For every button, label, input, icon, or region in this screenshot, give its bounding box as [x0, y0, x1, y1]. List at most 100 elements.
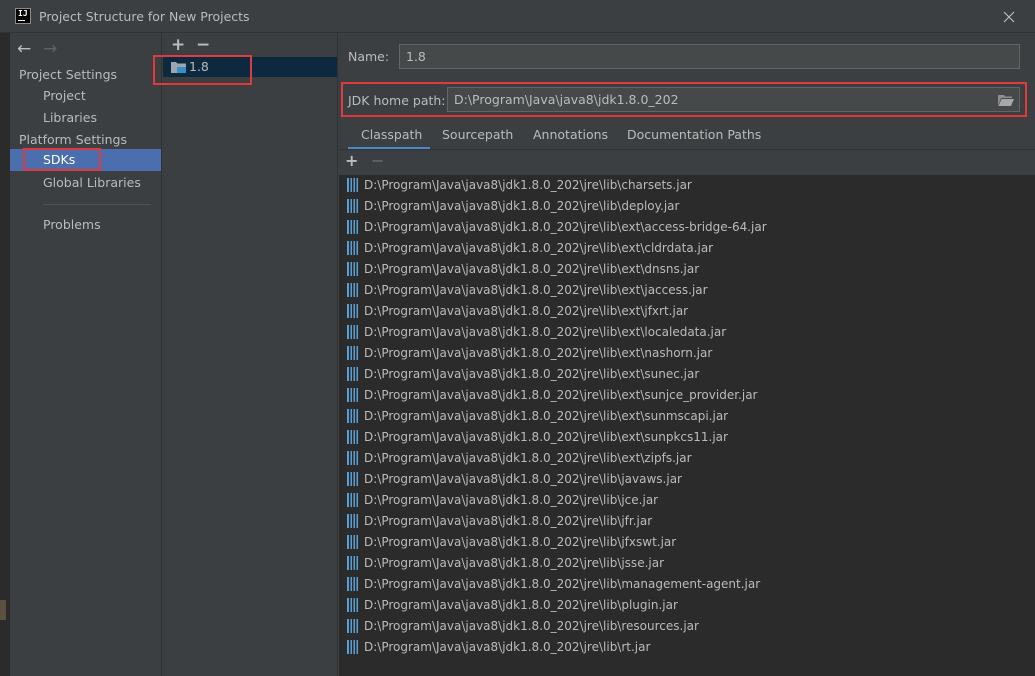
sidebar-item-libraries[interactable]: Libraries	[10, 107, 161, 129]
arrow-left-icon[interactable]: ←	[17, 39, 31, 59]
classpath-path: D:\Program\Java\java8\jdk1.8.0_202\jre\l…	[364, 325, 727, 339]
classpath-row[interactable]: D:\Program\Java\java8\jdk1.8.0_202\jre\l…	[339, 448, 1035, 469]
classpath-path: D:\Program\Java\java8\jdk1.8.0_202\jre\l…	[364, 388, 758, 402]
intellij-icon: IJ	[15, 8, 31, 24]
tab-classpath[interactable]: Classpath	[348, 122, 430, 150]
jar-file-icon	[347, 598, 358, 612]
classpath-row[interactable]: D:\Program\Java\java8\jdk1.8.0_202\jre\l…	[339, 469, 1035, 490]
sidebar-item-project[interactable]: Project	[10, 85, 161, 107]
classpath-row[interactable]: D:\Program\Java\java8\jdk1.8.0_202\jre\l…	[339, 259, 1035, 280]
classpath-path: D:\Program\Java\java8\jdk1.8.0_202\jre\l…	[364, 598, 678, 612]
classpath-path: D:\Program\Java\java8\jdk1.8.0_202\jre\l…	[364, 199, 680, 213]
background-edge	[0, 33, 10, 676]
jar-file-icon	[347, 367, 358, 381]
classpath-row[interactable]: D:\Program\Java\java8\jdk1.8.0_202\jre\l…	[339, 343, 1035, 364]
classpath-path: D:\Program\Java\java8\jdk1.8.0_202\jre\l…	[364, 241, 714, 255]
classpath-list: D:\Program\Java\java8\jdk1.8.0_202\jre\l…	[339, 175, 1035, 676]
sdk-name-field[interactable]: 1.8	[399, 44, 1020, 69]
tab-documentation-paths[interactable]: Documentation Paths	[627, 122, 761, 150]
sidebar-item-global-libraries[interactable]: Global Libraries	[10, 172, 161, 194]
jar-file-icon	[347, 283, 358, 297]
classpath-path: D:\Program\Java\java8\jdk1.8.0_202\jre\l…	[364, 304, 689, 318]
jar-file-icon	[347, 199, 358, 213]
close-button[interactable]	[998, 6, 1020, 28]
jar-file-icon	[347, 451, 358, 465]
classpath-row[interactable]: D:\Program\Java\java8\jdk1.8.0_202\jre\l…	[339, 301, 1035, 322]
sidebar-item-problems[interactable]: Problems	[10, 214, 161, 236]
jar-file-icon	[347, 493, 358, 507]
jar-file-icon	[347, 640, 358, 654]
jar-file-icon	[347, 535, 358, 549]
classpath-path: D:\Program\Java\java8\jdk1.8.0_202\jre\l…	[364, 640, 651, 654]
jdk-home-path-field[interactable]: D:\Program\Java\java8\jdk1.8.0_202	[447, 87, 1020, 112]
classpath-path: D:\Program\Java\java8\jdk1.8.0_202\jre\l…	[364, 535, 677, 549]
sdk-list-panel: + − 1.8	[163, 33, 338, 676]
classpath-row[interactable]: D:\Program\Java\java8\jdk1.8.0_202\jre\l…	[339, 532, 1035, 553]
classpath-path: D:\Program\Java\java8\jdk1.8.0_202\jre\l…	[364, 430, 728, 444]
jar-file-icon	[347, 262, 358, 276]
project-settings-header: Project Settings	[19, 67, 118, 82]
classpath-path: D:\Program\Java\java8\jdk1.8.0_202\jre\l…	[364, 577, 761, 591]
classpath-row[interactable]: D:\Program\Java\java8\jdk1.8.0_202\jre\l…	[339, 637, 1035, 658]
classpath-row[interactable]: D:\Program\Java\java8\jdk1.8.0_202\jre\l…	[339, 364, 1035, 385]
jdk-home-path-value: D:\Program\Java\java8\jdk1.8.0_202	[454, 92, 679, 107]
classpath-row[interactable]: D:\Program\Java\java8\jdk1.8.0_202\jre\l…	[339, 595, 1035, 616]
window-title: Project Structure for New Projects	[39, 9, 250, 24]
classpath-row[interactable]: D:\Program\Java\java8\jdk1.8.0_202\jre\l…	[339, 574, 1035, 595]
classpath-row[interactable]: D:\Program\Java\java8\jdk1.8.0_202\jre\l…	[339, 217, 1035, 238]
tab-annotations[interactable]: Annotations	[533, 122, 608, 150]
classpath-row[interactable]: D:\Program\Java\java8\jdk1.8.0_202\jre\l…	[339, 280, 1035, 301]
sdk-detail-panel: Name: 1.8 JDK home path: D:\Program\Java…	[339, 33, 1035, 676]
jdk-home-label: JDK home path:	[348, 93, 446, 108]
add-sdk-button[interactable]: +	[171, 35, 185, 55]
jar-file-icon	[347, 325, 358, 339]
classpath-row[interactable]: D:\Program\Java\java8\jdk1.8.0_202\jre\l…	[339, 427, 1035, 448]
arrow-right-icon: →	[43, 39, 58, 59]
sidebar-item-sdks[interactable]: SDKs	[10, 149, 161, 171]
jar-file-icon	[347, 556, 358, 570]
jar-file-icon	[347, 514, 358, 528]
classpath-row[interactable]: D:\Program\Java\java8\jdk1.8.0_202\jre\l…	[339, 553, 1035, 574]
sdk-list-item[interactable]: 1.8	[163, 57, 337, 77]
add-classpath-button[interactable]: +	[345, 151, 358, 170]
classpath-path: D:\Program\Java\java8\jdk1.8.0_202\jre\l…	[364, 556, 665, 570]
jar-file-icon	[347, 388, 358, 402]
jar-file-icon	[347, 241, 358, 255]
title-bar: IJ Project Structure for New Projects	[0, 0, 1035, 33]
jar-file-icon	[347, 304, 358, 318]
classpath-row[interactable]: D:\Program\Java\java8\jdk1.8.0_202\jre\l…	[339, 511, 1035, 532]
jar-file-icon	[347, 346, 358, 360]
platform-settings-header: Platform Settings	[19, 132, 127, 147]
remove-classpath-button: −	[371, 151, 385, 170]
classpath-row[interactable]: D:\Program\Java\java8\jdk1.8.0_202\jre\l…	[339, 322, 1035, 343]
tab-strip-divider	[339, 149, 1035, 150]
classpath-row[interactable]: D:\Program\Java\java8\jdk1.8.0_202\jre\l…	[339, 196, 1035, 217]
classpath-row[interactable]: D:\Program\Java\java8\jdk1.8.0_202\jre\l…	[339, 238, 1035, 259]
jar-file-icon	[347, 409, 358, 423]
folder-open-icon[interactable]	[998, 94, 1014, 106]
jar-file-icon	[347, 178, 358, 192]
classpath-row[interactable]: D:\Program\Java\java8\jdk1.8.0_202\jre\l…	[339, 385, 1035, 406]
classpath-path: D:\Program\Java\java8\jdk1.8.0_202\jre\l…	[364, 367, 700, 381]
classpath-path: D:\Program\Java\java8\jdk1.8.0_202\jre\l…	[364, 178, 692, 192]
classpath-path: D:\Program\Java\java8\jdk1.8.0_202\jre\l…	[364, 283, 708, 297]
classpath-row[interactable]: D:\Program\Java\java8\jdk1.8.0_202\jre\l…	[339, 406, 1035, 427]
sdk-item-label: 1.8	[189, 59, 209, 74]
classpath-path: D:\Program\Java\java8\jdk1.8.0_202\jre\l…	[364, 220, 767, 234]
sidebar-divider	[43, 204, 151, 205]
jar-file-icon	[347, 220, 358, 234]
classpath-row[interactable]: D:\Program\Java\java8\jdk1.8.0_202\jre\l…	[339, 175, 1035, 196]
sdk-folder-icon	[171, 62, 186, 73]
classpath-row[interactable]: D:\Program\Java\java8\jdk1.8.0_202\jre\l…	[339, 490, 1035, 511]
classpath-path: D:\Program\Java\java8\jdk1.8.0_202\jre\l…	[364, 451, 692, 465]
classpath-row[interactable]: D:\Program\Java\java8\jdk1.8.0_202\jre\l…	[339, 616, 1035, 637]
tab-sourcepath[interactable]: Sourcepath	[442, 122, 513, 150]
jar-file-icon	[347, 430, 358, 444]
settings-sidebar: ← → Project Settings Project Libraries P…	[10, 33, 162, 676]
close-icon	[1003, 11, 1015, 23]
classpath-path: D:\Program\Java\java8\jdk1.8.0_202\jre\l…	[364, 619, 699, 633]
remove-sdk-button[interactable]: −	[196, 35, 210, 55]
classpath-path: D:\Program\Java\java8\jdk1.8.0_202\jre\l…	[364, 514, 653, 528]
jar-file-icon	[347, 577, 358, 591]
classpath-path: D:\Program\Java\java8\jdk1.8.0_202\jre\l…	[364, 262, 700, 276]
